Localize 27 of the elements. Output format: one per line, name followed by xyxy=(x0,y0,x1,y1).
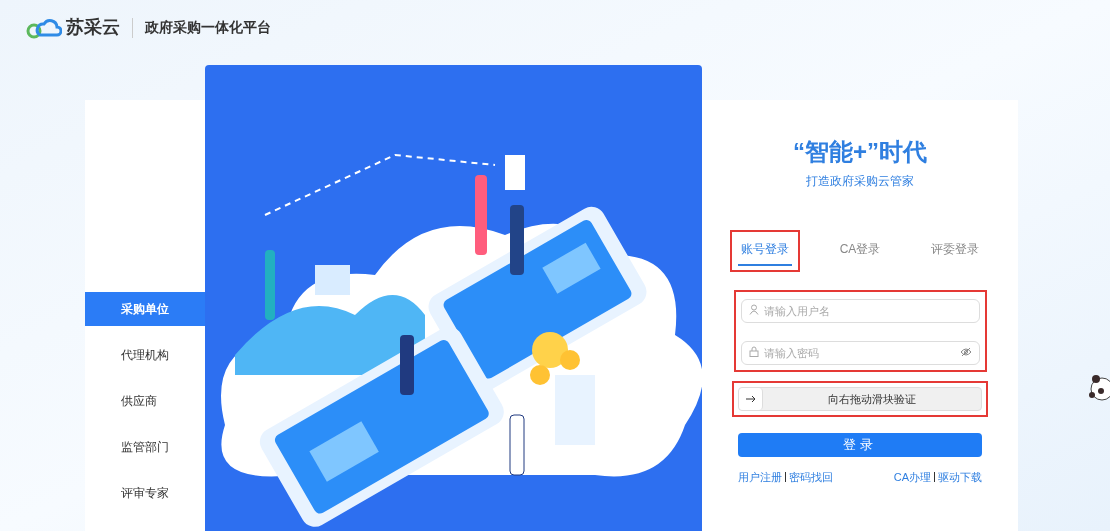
brand-name: 苏采云 xyxy=(66,16,120,39)
text-link[interactable]: 驱动下载 xyxy=(938,469,982,486)
sidebar-item[interactable]: 采购单位 xyxy=(85,292,205,326)
eye-hidden-icon[interactable] xyxy=(959,347,972,357)
slider-handle[interactable] xyxy=(739,388,763,410)
password-field[interactable]: 请输入密码 xyxy=(740,341,980,365)
sidebar-item[interactable]: 评审专家 xyxy=(85,476,205,510)
login-tab[interactable]: CA登录 xyxy=(836,240,884,266)
text-link[interactable]: CA办理 xyxy=(893,469,931,486)
logo-icon xyxy=(26,16,62,39)
sidebar-item[interactable]: 供应商 xyxy=(85,384,205,418)
user-icon xyxy=(748,304,759,315)
text-link[interactable]: 用户注册 xyxy=(738,469,782,486)
sidebar-item[interactable]: 监管部门 xyxy=(85,430,205,464)
slider-label: 向右拖动滑块验证 xyxy=(827,391,917,407)
login-tab[interactable]: 账号登录 xyxy=(738,240,792,266)
slogan-subtitle: 打造政府采购云管家 xyxy=(806,173,914,190)
slider-verify-track[interactable]: 向右拖动滑块验证 xyxy=(738,387,982,411)
sidebar-item[interactable]: 代理机构 xyxy=(85,338,205,372)
login-tab[interactable]: 评委登录 xyxy=(928,240,982,266)
login-button[interactable]: 登录 xyxy=(738,433,982,457)
lock-icon xyxy=(748,346,759,357)
text-link[interactable]: 密码找回 xyxy=(789,469,833,486)
platform-name: 政府采购一体化平台 xyxy=(145,18,271,37)
slogan-title: “智能+”时代 xyxy=(793,140,927,164)
arrow-right-icon xyxy=(745,395,756,403)
username-field[interactable]: 请输入用户名 xyxy=(740,299,980,323)
